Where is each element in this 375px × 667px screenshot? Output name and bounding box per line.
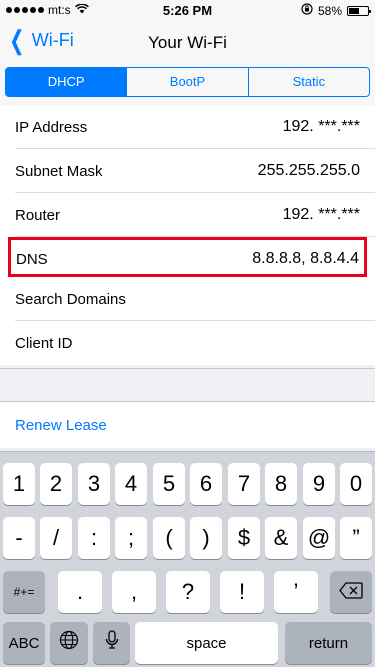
dns-label: DNS [16,251,48,268]
key-comma[interactable]: , [112,571,156,613]
backspace-icon [339,579,363,605]
battery-percent: 58% [317,3,342,18]
key-7[interactable]: 7 [228,463,260,505]
renew-lease-row[interactable]: Renew Lease [0,402,375,448]
dns-field[interactable]: 8.8.8.8, 8.8.4.4 [252,250,359,268]
segment-dhcp[interactable]: DHCP [6,68,127,96]
ip-address-label: IP Address [15,119,88,136]
subnet-mask-row: Subnet Mask 255.255.255.0 [15,149,375,193]
key-ampersand[interactable]: & [265,517,297,559]
key-at[interactable]: @ [303,517,335,559]
dictation-key[interactable] [93,622,130,664]
abc-key[interactable]: ABC [3,622,45,664]
numeric-keyboard: 1 2 3 4 5 6 7 8 9 0 - / : ; ( ) $ & @ ” … [0,451,375,667]
key-8[interactable]: 8 [265,463,297,505]
key-question[interactable]: ? [166,571,210,613]
status-right: 58% [301,3,371,18]
return-key[interactable]: return [285,622,372,664]
key-slash[interactable]: / [40,517,72,559]
battery-icon [347,5,371,16]
subnet-mask-label: Subnet Mask [15,163,103,180]
delete-key[interactable] [330,571,372,613]
key-6[interactable]: 6 [190,463,222,505]
section-separator [0,368,375,402]
router-label: Router [15,207,61,224]
segment-static[interactable]: Static [247,68,369,96]
key-dollar[interactable]: $ [228,517,260,559]
key-colon[interactable]: : [78,517,110,559]
key-0[interactable]: 0 [340,463,372,505]
globe-key[interactable] [50,622,88,664]
globe-icon [59,630,79,656]
client-id-row[interactable]: Client ID [15,321,375,365]
key-5[interactable]: 5 [153,463,185,505]
key-period[interactable]: . [58,571,102,613]
segment-bootp[interactable]: BootP [126,68,247,96]
space-key[interactable]: space [135,622,278,664]
key-hyphen[interactable]: - [3,517,35,559]
settings-list: IP Address 192. ***.*** Subnet Mask 255.… [0,105,375,365]
key-open-paren[interactable]: ( [153,517,185,559]
key-4[interactable]: 4 [115,463,147,505]
rotation-lock-icon [301,3,313,18]
client-id-label: Client ID [15,335,73,352]
subnet-mask-value: 255.255.255.0 [257,162,360,179]
segment-container: DHCP BootP Static [0,64,375,106]
key-apostrophe[interactable]: ’ [274,571,318,613]
key-close-paren[interactable]: ) [190,517,222,559]
search-domains-row[interactable]: Search Domains [15,277,375,321]
status-bar: mt:s 5:26 PM 58% [0,0,375,20]
microphone-icon [105,630,119,656]
search-domains-label: Search Domains [15,291,126,308]
dns-row[interactable]: DNS 8.8.8.8, 8.8.4.4 [8,237,367,277]
ip-address-value: 192. ***.*** [282,118,360,135]
ip-mode-segmented-control: DHCP BootP Static [5,67,370,97]
key-3[interactable]: 3 [78,463,110,505]
page-title: Your Wi-Fi [148,33,227,52]
renew-lease-button[interactable]: Renew Lease [15,417,107,434]
key-quote[interactable]: ” [340,517,372,559]
key-9[interactable]: 9 [303,463,335,505]
key-exclamation[interactable]: ! [220,571,264,613]
key-semicolon[interactable]: ; [115,517,147,559]
key-1[interactable]: 1 [3,463,35,505]
more-symbols-key[interactable]: #+= [3,571,45,613]
key-2[interactable]: 2 [40,463,72,505]
router-value: 192. ***.*** [282,206,360,223]
ip-address-row: IP Address 192. ***.*** [15,105,375,149]
router-row: Router 192. ***.*** [15,193,375,237]
navigation-bar: ❮ Wi-Fi Your Wi-Fi [0,20,375,64]
